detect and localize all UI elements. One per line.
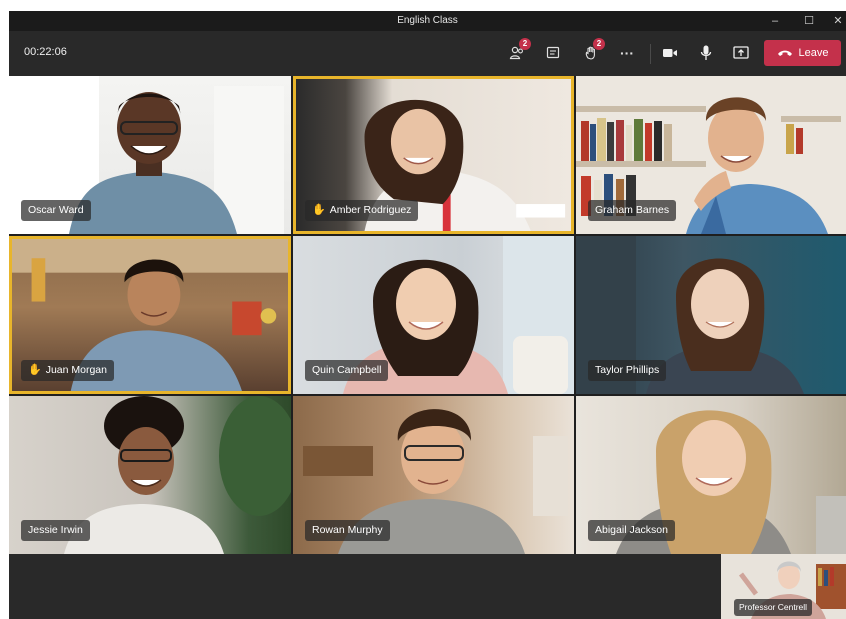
- participant-name-tag: Taylor Phillips: [588, 360, 667, 381]
- participant-name: Rowan Murphy: [312, 524, 383, 536]
- raise-hand-badge: 2: [593, 38, 605, 50]
- participant-name: Taylor Phillips: [595, 364, 660, 376]
- camera-icon: [663, 49, 677, 57]
- self-view-name-tag: Professor Centrell: [734, 599, 813, 616]
- leave-button[interactable]: Leave: [764, 40, 841, 66]
- participant-name-tag: Rowan Murphy: [305, 520, 390, 541]
- hang-up-icon: [777, 50, 792, 56]
- video-tile-taylor-phillips[interactable]: Taylor Phillips: [576, 236, 846, 394]
- more-options-button[interactable]: ···: [613, 39, 641, 67]
- participants-button[interactable]: 2: [503, 38, 531, 67]
- participant-name: Amber Rodriguez: [329, 204, 412, 216]
- participant-name-tag: Abigail Jackson: [588, 520, 675, 541]
- participant-name: Quin Campbell: [312, 364, 382, 376]
- participants-badge: 2: [519, 38, 531, 50]
- video-tile-graham-barnes[interactable]: Graham Barnes: [576, 76, 846, 234]
- video-tile-quin-campbell[interactable]: Quin Campbell: [293, 236, 574, 394]
- participant-name-tag: Jessie Irwin: [21, 520, 90, 541]
- share-screen-icon: [733, 46, 749, 59]
- participant-name-tag: Quin Campbell: [305, 360, 389, 381]
- microphone-button[interactable]: [692, 39, 720, 67]
- toolbar-divider: [650, 44, 651, 64]
- participant-name-tag: Oscar Ward: [21, 200, 91, 221]
- video-tile-abigail-jackson[interactable]: Abigail Jackson: [576, 396, 846, 554]
- self-view-tile[interactable]: Professor Centrell: [721, 554, 846, 619]
- raised-hand-icon: ✋: [312, 204, 326, 216]
- meeting-window: English Class – ☐ ✕ 00:22:06 2 2 ··· Lea…: [9, 11, 846, 619]
- participant-name-tag: Graham Barnes: [588, 200, 677, 221]
- title-bar: English Class – ☐ ✕: [9, 11, 846, 31]
- video-tile-rowan-murphy[interactable]: Rowan Murphy: [293, 396, 574, 554]
- meeting-toolbar: 00:22:06 2 2 ··· Leave: [9, 31, 846, 76]
- close-window-button[interactable]: ✕: [821, 11, 846, 31]
- minimize-button[interactable]: –: [758, 11, 792, 31]
- participant-name: Juan Morgan: [45, 364, 107, 376]
- participant-name-tag: ✋ Juan Morgan: [21, 360, 114, 381]
- video-tile-oscar-ward[interactable]: Oscar Ward: [9, 76, 291, 234]
- raise-hand-button[interactable]: 2: [577, 38, 605, 67]
- participant-name: Oscar Ward: [28, 204, 84, 216]
- chat-icon: [546, 46, 560, 59]
- participant-name-tag: ✋ Amber Rodriguez: [305, 200, 419, 221]
- video-tile-juan-morgan[interactable]: ✋ Juan Morgan: [9, 236, 291, 394]
- meeting-timer: 00:22:06: [24, 46, 67, 58]
- microphone-icon: [700, 45, 712, 60]
- participant-name: Abigail Jackson: [595, 524, 668, 536]
- participant-name: Graham Barnes: [595, 204, 670, 216]
- video-tile-amber-rodriguez[interactable]: ✋ Amber Rodriguez: [293, 76, 574, 234]
- chat-button[interactable]: [539, 39, 567, 67]
- video-tile-jessie-irwin[interactable]: Jessie Irwin: [9, 396, 291, 554]
- share-screen-button[interactable]: [727, 39, 755, 67]
- leave-label: Leave: [798, 47, 829, 59]
- raised-hand-icon: ✋: [28, 364, 42, 376]
- participant-name: Jessie Irwin: [28, 524, 83, 536]
- window-title: English Class: [397, 15, 458, 26]
- camera-button[interactable]: [656, 39, 684, 67]
